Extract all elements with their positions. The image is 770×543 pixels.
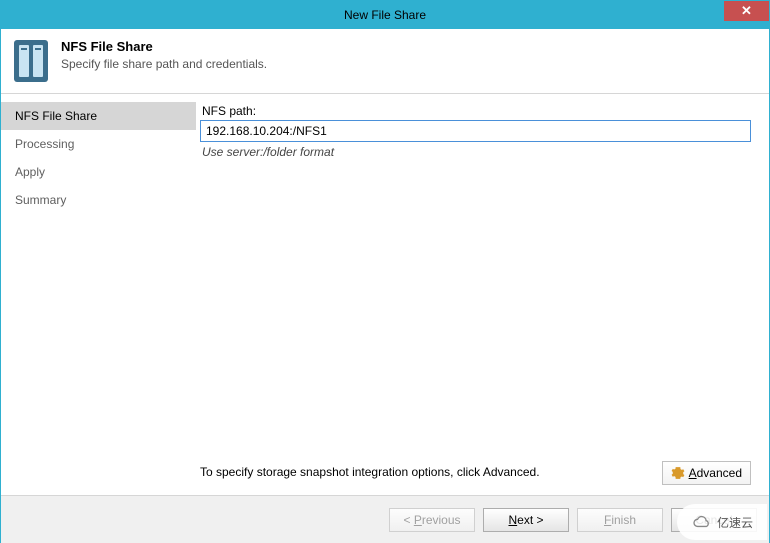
page-title: NFS File Share	[61, 39, 267, 54]
advanced-note: To specify storage snapshot integration …	[200, 465, 540, 479]
sidebar-item-apply[interactable]: Apply	[1, 158, 196, 186]
window-title: New File Share	[344, 8, 426, 22]
sidebar-item-summary[interactable]: Summary	[1, 186, 196, 214]
dialog-window: New File Share ✕ NFS File Share Specify …	[0, 0, 770, 543]
close-button[interactable]: ✕	[724, 1, 769, 21]
body: NFS File Share Processing Apply Summary …	[1, 94, 769, 495]
title-bar: New File Share ✕	[1, 1, 769, 29]
advanced-button[interactable]: AAdvanceddvanced	[662, 461, 751, 485]
nfs-path-hint: Use server:/folder format	[202, 145, 751, 159]
sidebar-item-label: Processing	[15, 137, 74, 151]
cancel-button-label: Cancel	[695, 513, 732, 527]
sidebar-item-processing[interactable]: Processing	[1, 130, 196, 158]
sidebar-item-label: NFS File Share	[15, 109, 97, 123]
nfs-path-input[interactable]	[200, 120, 751, 142]
previous-button: < Previous	[389, 508, 475, 532]
sidebar-item-label: Summary	[15, 193, 66, 207]
header-text-group: NFS File Share Specify file share path a…	[61, 39, 267, 71]
gear-icon	[671, 466, 685, 480]
next-button[interactable]: Next >	[483, 508, 569, 532]
button-bar: < Previous Next > Finish Cancel	[1, 495, 769, 543]
nfs-path-label: NFS path:	[202, 104, 751, 118]
sidebar-item-nfs-file-share[interactable]: NFS File Share	[1, 102, 196, 130]
sidebar-item-label: Apply	[15, 165, 45, 179]
servers-icon	[13, 39, 49, 83]
advanced-button-label: AAdvanceddvanced	[689, 466, 742, 480]
header: NFS File Share Specify file share path a…	[1, 29, 769, 94]
finish-button: Finish	[577, 508, 663, 532]
close-icon: ✕	[741, 3, 752, 19]
cancel-button[interactable]: Cancel	[671, 508, 757, 532]
content-area: NFS path: Use server:/folder format To s…	[196, 94, 769, 495]
sidebar: NFS File Share Processing Apply Summary	[1, 94, 196, 495]
page-subtitle: Specify file share path and credentials.	[61, 57, 267, 71]
